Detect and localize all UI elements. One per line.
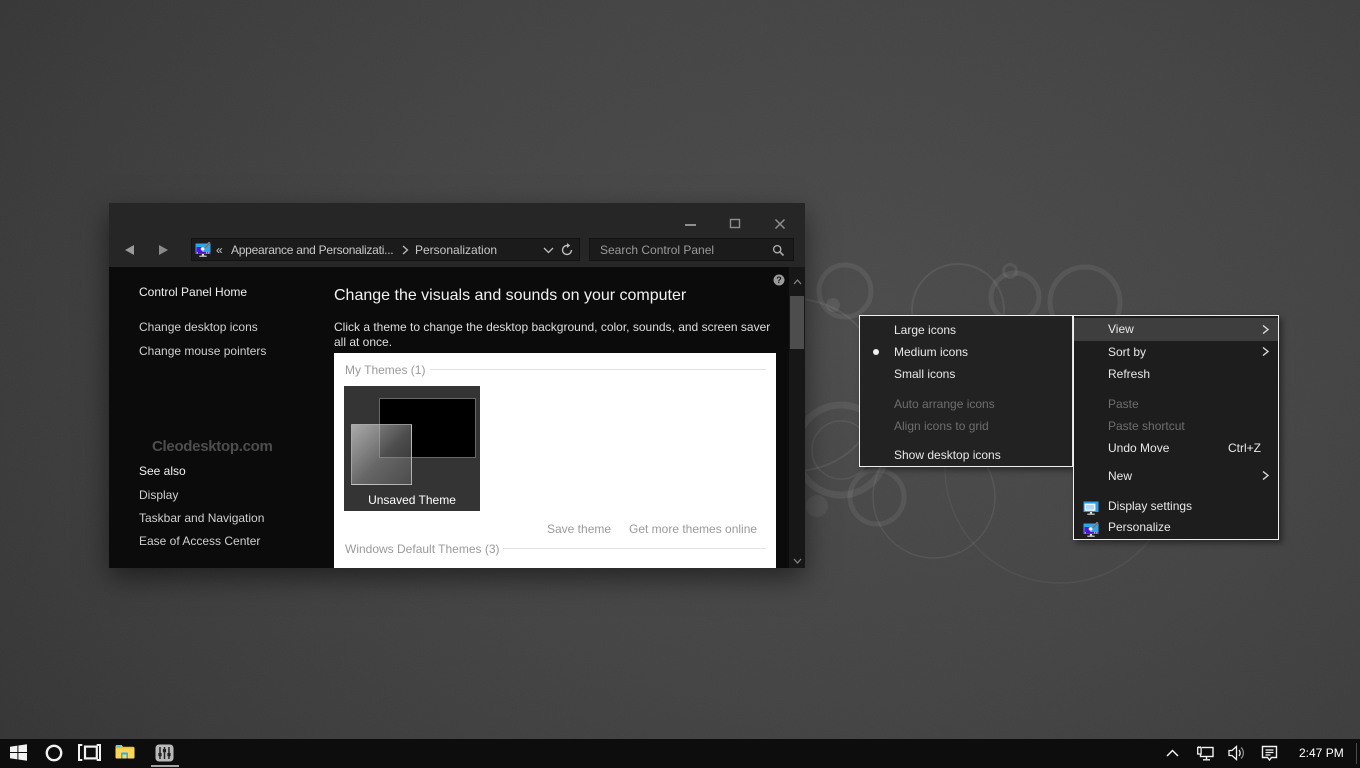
svg-text:?: ?	[776, 275, 782, 285]
